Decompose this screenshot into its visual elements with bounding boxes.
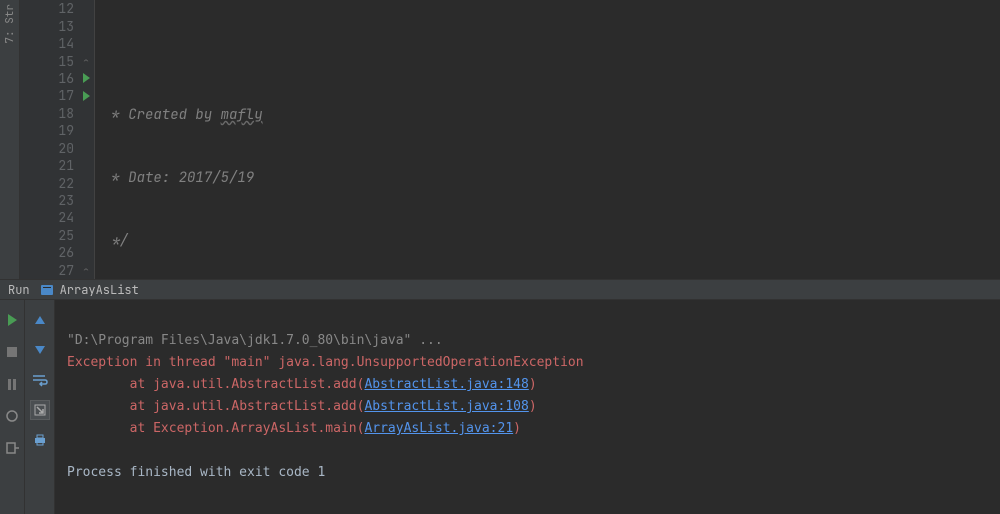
line-number: 22 <box>50 175 74 192</box>
run-actions-column <box>0 300 25 514</box>
scroll-down-button[interactable] <box>30 340 50 360</box>
comment: */ <box>103 232 128 250</box>
scroll-to-end-button[interactable] <box>30 400 50 420</box>
line-number: 27 <box>50 262 74 279</box>
run-gutter-icon[interactable] <box>80 90 92 102</box>
exception-line: Exception in thread "main" java.lang.Uns… <box>67 355 584 370</box>
comment: * Created by <box>103 106 221 124</box>
run-gutter-icon[interactable] <box>80 72 92 84</box>
exit-line: Process finished with exit code 1 <box>67 465 325 480</box>
line-number: 19 <box>50 122 74 139</box>
line-number: 17 <box>50 87 74 104</box>
line-number: 25 <box>50 227 74 244</box>
comment: * Date: 2017/5/19 <box>103 169 254 187</box>
side-tab-label: 7: Str <box>3 4 17 44</box>
run-panel: "D:\Program Files\Java\jdk1.7.0_80\bin\j… <box>0 300 1000 514</box>
comment-author: mafly <box>221 106 263 124</box>
line-number: 12 <box>50 0 74 17</box>
console-output[interactable]: "D:\Program Files\Java\jdk1.7.0_80\bin\j… <box>55 300 1000 514</box>
code-editor[interactable]: * Created by mafly * Date: 2017/5/19 */ … <box>95 0 1000 279</box>
side-toolwindow-tab[interactable]: 7: Str <box>0 0 20 279</box>
editor-area: 7: Str 12 13 14 15 ⌃ 16 17 18 19 20 21 22… <box>0 0 1000 279</box>
run-tab-label: Run <box>8 282 30 298</box>
line-number: 14 <box>50 35 74 52</box>
rerun-button[interactable] <box>2 310 22 330</box>
line-number: 16 <box>50 70 74 87</box>
line-number: 15 <box>50 53 74 70</box>
command-line: "D:\Program Files\Java\jdk1.7.0_80\bin\j… <box>67 333 443 348</box>
line-number: 24 <box>50 209 74 226</box>
fold-end-icon[interactable]: ⌃ <box>80 55 92 67</box>
gutter[interactable]: 12 13 14 15⌃ 16 17 18 19 20 21 22 23 24 … <box>20 0 95 279</box>
line-number: 26 <box>50 244 74 261</box>
line-number: 13 <box>50 18 74 35</box>
stacktrace-link-active[interactable]: ArrayAsList.java:21 <box>364 421 513 436</box>
line-number: 23 <box>50 192 74 209</box>
line-number: 18 <box>50 105 74 122</box>
exit-button[interactable] <box>2 438 22 458</box>
run-config-name[interactable]: ArrayAsList <box>60 282 139 298</box>
line-number: 21 <box>50 157 74 174</box>
config-icon <box>40 283 54 297</box>
print-button[interactable] <box>30 430 50 450</box>
fold-end-icon[interactable]: ⌃ <box>80 264 92 276</box>
stacktrace-link[interactable]: AbstractList.java:108 <box>364 399 528 414</box>
soft-wrap-button[interactable] <box>30 370 50 390</box>
scroll-up-button[interactable] <box>30 310 50 330</box>
dump-threads-button[interactable] <box>2 406 22 426</box>
console-actions-column <box>25 300 55 514</box>
stacktrace-line: at java.util.AbstractList.add(AbstractLi… <box>67 399 537 414</box>
line-number: 20 <box>50 140 74 157</box>
run-toolwindow-header[interactable]: Run ArrayAsList <box>0 279 1000 300</box>
stop-button[interactable] <box>2 342 22 362</box>
stacktrace-line: at Exception.ArrayAsList.main(ArrayAsLis… <box>67 421 521 436</box>
stacktrace-link[interactable]: AbstractList.java:148 <box>364 377 528 392</box>
pause-button[interactable] <box>2 374 22 394</box>
stacktrace-line: at java.util.AbstractList.add(AbstractLi… <box>67 377 537 392</box>
